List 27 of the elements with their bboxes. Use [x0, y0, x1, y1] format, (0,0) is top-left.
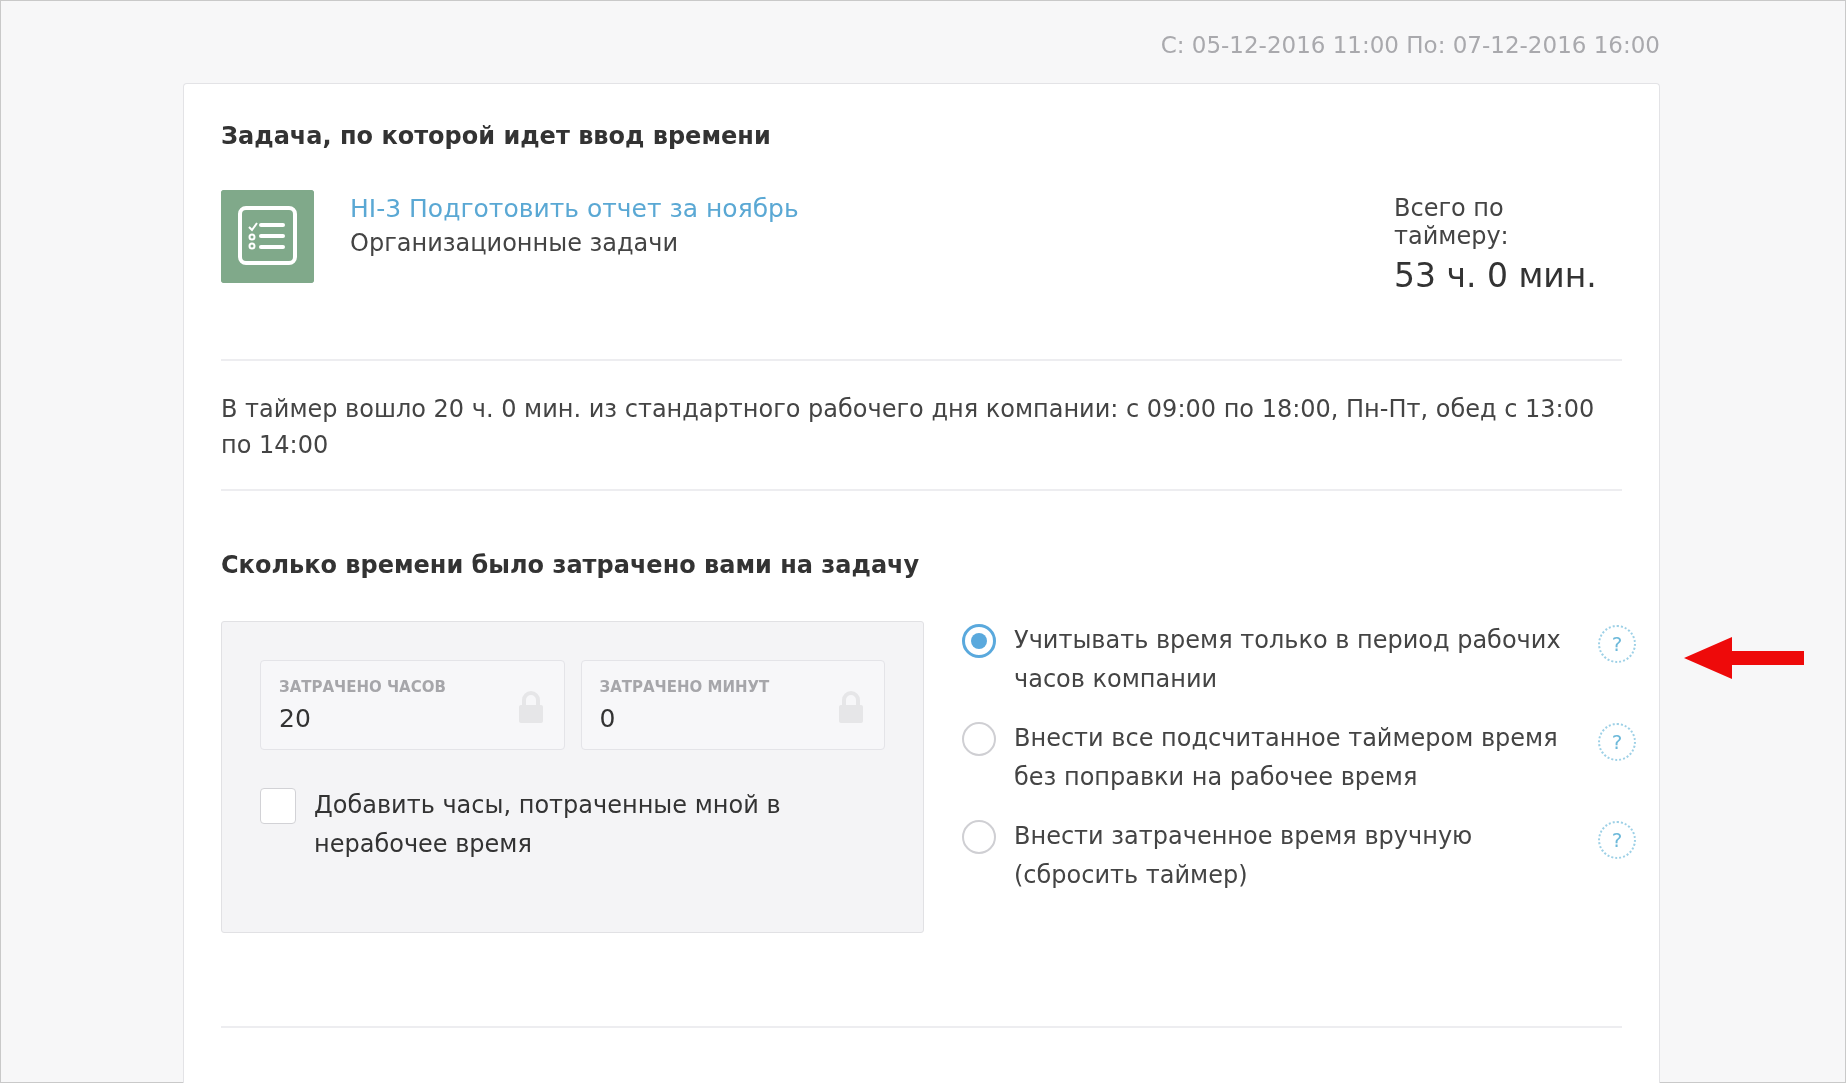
section-title: Сколько времени было затрачено вами на задачу: [221, 551, 921, 579]
timer-total: 53 ч. 0 мин.: [1394, 256, 1597, 295]
timer-note: В таймер вошло 20 ч. 0 мин. из стандартного рабочего дня компании: с 09:00 по 18:00, Пн-Пт, обед с 13:00 по 14:00: [221, 394, 1596, 461]
date-range: С: 05-12-2016 11:00 По: 07-12-2016 16:00: [1160, 32, 1660, 58]
checkbox-label: Добавить часы, потраченные мной в нерабочее время: [314, 790, 782, 860]
field-value: 20: [279, 704, 311, 733]
help-button[interactable]: ?: [1598, 625, 1636, 663]
field-label: ЗАТРАЧЕНО ЧАСОВ: [279, 678, 446, 696]
field-label: ЗАТРАЧЕНО МИНУТ: [599, 678, 770, 696]
radio-button[interactable]: [962, 624, 996, 658]
checkbox[interactable]: [260, 788, 296, 824]
task-list-icon: [221, 190, 314, 283]
help-button[interactable]: ?: [1598, 723, 1636, 761]
radio-button[interactable]: [962, 820, 996, 854]
arrow-icon: [1684, 637, 1804, 679]
field-value: 0: [599, 704, 616, 733]
time-input-field[interactable]: ЗАТРАЧЕНО МИНУТ 0: [580, 660, 885, 750]
help-button[interactable]: ?: [1598, 821, 1636, 859]
radio-button[interactable]: [962, 722, 996, 756]
time-input-field[interactable]: ЗАТРАЧЕНО ЧАСОВ 20: [260, 660, 565, 750]
option-label: Внести все подсчитанное таймером время без поправки на рабочее время: [1014, 723, 1559, 793]
option-label: Учитывать время только в период рабочих часов компании: [1014, 625, 1562, 695]
task-link[interactable]: HI-3 Подготовить отчет за ноябрь: [350, 194, 799, 223]
section-title: Задача, по которой идет ввод времени: [221, 122, 772, 150]
project-name: Организационные задачи: [350, 229, 679, 257]
option-label: Внести затраченное время вручную (сбросить таймер): [1014, 821, 1474, 891]
timer-label: Всего по таймеру:: [1394, 194, 1510, 250]
